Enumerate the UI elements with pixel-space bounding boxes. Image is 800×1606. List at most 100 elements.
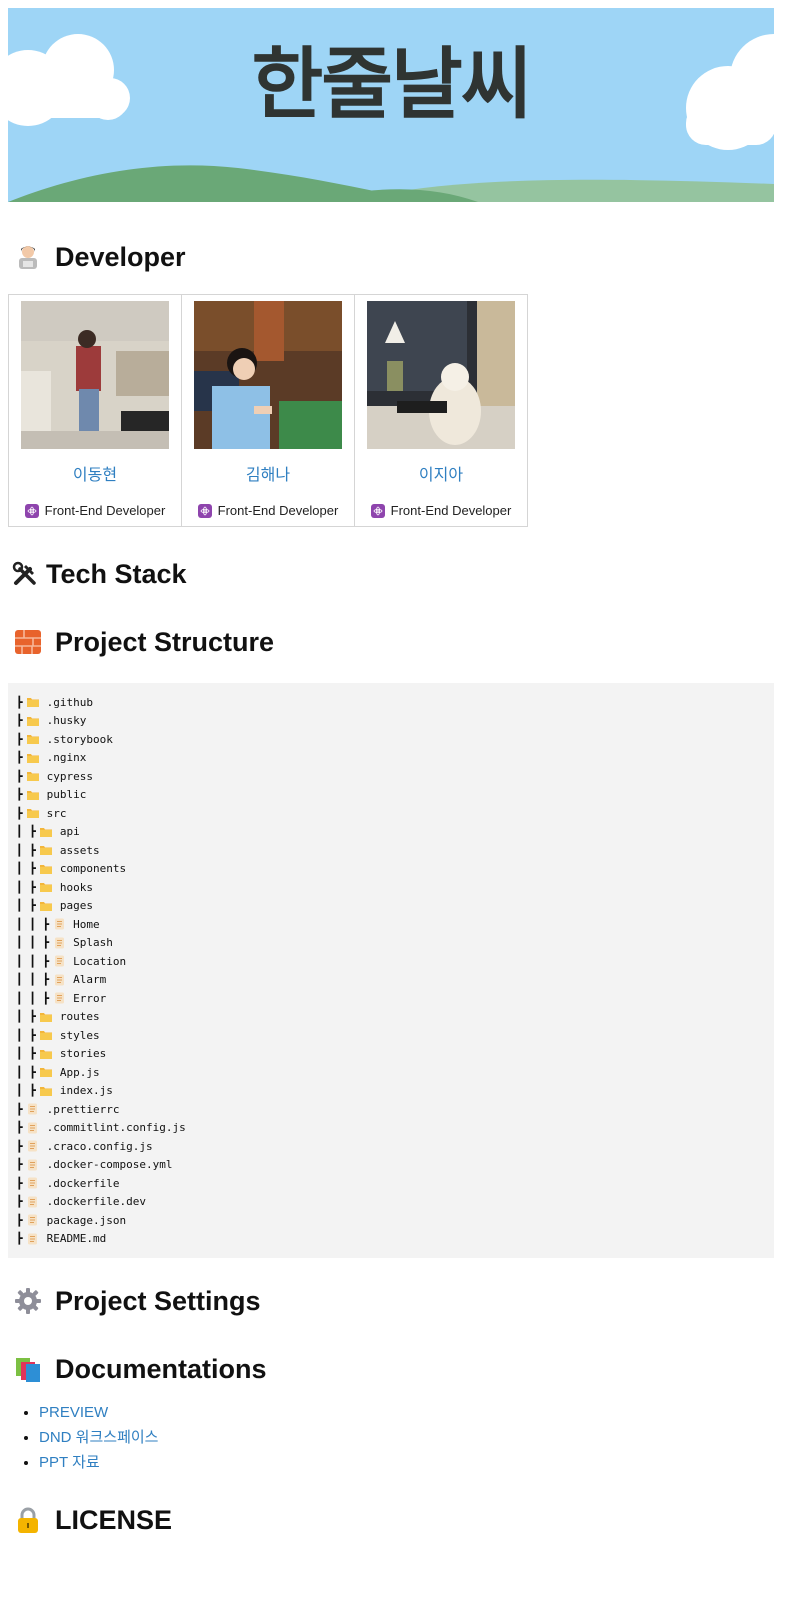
developer-card: 이지아 Front-End Developer [354, 294, 528, 527]
tree-branch: ┃ ┣ [16, 899, 36, 913]
developer-role: Front-End Developer [9, 503, 181, 518]
developer-card: 이동현 Front-End Developer [8, 294, 182, 527]
books-icon [13, 1354, 43, 1384]
developer-name-link[interactable]: 김해나 [182, 461, 354, 484]
file-icon [26, 1233, 40, 1245]
license-title: LICENSE [55, 1504, 173, 1535]
project-structure-title: Project Structure [55, 626, 275, 657]
developer-table: 이동현 Front-End Developer 김해나 Front-End De… [8, 294, 528, 527]
tree-item-name: routes [59, 1010, 100, 1024]
tech-stack-title: Tech Stack [46, 558, 187, 589]
tree-item-name: index.js [59, 1084, 113, 1098]
tree-branch: ┃ ┣ [16, 1065, 36, 1079]
tree-item-name: hooks [59, 880, 93, 894]
file-icon [26, 1159, 40, 1171]
project-settings-title: Project Settings [55, 1285, 261, 1316]
tree-row: ┃ ┣ routes [16, 1008, 766, 1027]
tree-row: ┃ ┃ ┣ Alarm [16, 971, 766, 990]
tree-row: ┣ .github [16, 693, 766, 712]
tree-row: ┃ ┣ App.js [16, 1063, 766, 1082]
developer-role: Front-End Developer [355, 503, 527, 518]
tree-row: ┣ README.md [16, 1230, 766, 1249]
tree-branch: ┃ ┃ ┣ [16, 954, 50, 968]
tree-row: ┃ ┣ api [16, 823, 766, 842]
file-icon [26, 1140, 40, 1152]
file-icon [52, 992, 66, 1004]
tree-row: ┃ ┣ components [16, 860, 766, 879]
tree-row: ┣ public [16, 786, 766, 805]
tree-item-name: Splash [73, 936, 113, 950]
tree-item-name: .docker-compose.yml [46, 1158, 173, 1172]
folder-icon [26, 789, 40, 801]
tree-branch: ┣ [16, 1102, 23, 1116]
tree-branch: ┃ ┣ [16, 1084, 36, 1098]
tree-row: ┃ ┣ styles [16, 1026, 766, 1045]
tree-item-name: stories [59, 1047, 107, 1061]
tree-branch: ┃ ┣ [16, 1047, 36, 1061]
tree-row: ┣ .dockerfile.dev [16, 1193, 766, 1212]
tree-item-name: Error [73, 991, 107, 1005]
tree-branch: ┃ ┣ [16, 1010, 36, 1024]
react-icon [370, 503, 385, 518]
folder-icon [39, 881, 53, 893]
tree-branch: ┣ [16, 769, 23, 783]
developer-role-text: Front-End Developer [390, 503, 512, 518]
dnd-workspace-link[interactable]: DND 워크스페이스 [39, 1429, 158, 1446]
tree-branch: ┃ ┣ [16, 1028, 36, 1042]
developer-photo [21, 301, 169, 449]
ppt-link[interactable]: PPT 자료 [39, 1454, 100, 1471]
tree-row: ┃ ┃ ┣ Splash [16, 934, 766, 953]
tree-row: ┣ .docker-compose.yml [16, 1156, 766, 1175]
tree-row: ┣ cypress [16, 767, 766, 786]
tree-item-name: package.json [46, 1213, 127, 1227]
file-icon [26, 1103, 40, 1115]
tree-row: ┣ .storybook [16, 730, 766, 749]
developer-name-link[interactable]: 이동현 [9, 461, 181, 484]
tree-item-name: components [59, 862, 127, 876]
file-icon [52, 974, 66, 986]
lock-icon [13, 1505, 43, 1535]
file-icon [52, 918, 66, 930]
folder-icon [26, 752, 40, 764]
folder-icon [39, 1011, 53, 1023]
tree-row: ┃ ┃ ┣ Location [16, 952, 766, 971]
preview-link[interactable]: PREVIEW [39, 1404, 108, 1421]
tree-item-name: api [59, 825, 80, 839]
documentations-heading: Documentations [8, 1352, 792, 1386]
tree-row: ┃ ┃ ┣ Home [16, 915, 766, 934]
folder-icon [39, 844, 53, 856]
tree-item-name: .dockerfile.dev [46, 1195, 146, 1209]
tree-branch: ┃ ┣ [16, 880, 36, 894]
tree-row: ┣ .prettierrc [16, 1100, 766, 1119]
banner-logo: 한줄날씨 [251, 40, 532, 130]
tree-branch: ┃ ┣ [16, 843, 36, 857]
developer-role-text: Front-End Developer [217, 503, 339, 518]
folder-icon [39, 1066, 53, 1078]
header-banner: 한줄날씨 [8, 8, 774, 202]
license-heading: LICENSE [8, 1503, 792, 1537]
tree-branch: ┃ ┃ ┣ [16, 936, 50, 950]
tree-item-name: Location [73, 954, 127, 968]
tree-item-name: Alarm [73, 973, 107, 987]
list-item: PPT 자료 [39, 1450, 792, 1475]
developer-emoji-icon [13, 242, 43, 272]
list-item: DND 워크스페이스 [39, 1425, 792, 1450]
tree-item-name: public [46, 788, 87, 802]
tree-item-name: .craco.config.js [46, 1139, 153, 1153]
tree-row: ┣ src [16, 804, 766, 823]
documentations-title: Documentations [55, 1353, 267, 1384]
tree-branch: ┣ [16, 806, 23, 820]
tree-item-name: .prettierrc [46, 1102, 120, 1116]
react-icon [197, 503, 212, 518]
tree-item-name: assets [59, 843, 100, 857]
tree-row: ┣ .nginx [16, 749, 766, 768]
tree-row: ┃ ┣ assets [16, 841, 766, 860]
developer-role: Front-End Developer [182, 503, 354, 518]
folder-icon [26, 696, 40, 708]
tree-branch: ┣ [16, 1121, 23, 1135]
gear-icon [13, 1286, 43, 1316]
tree-row: ┣ .commitlint.config.js [16, 1119, 766, 1138]
tree-branch: ┣ [16, 1195, 23, 1209]
developer-name-link[interactable]: 이지아 [355, 461, 527, 484]
tree-branch: ┃ ┣ [16, 825, 36, 839]
